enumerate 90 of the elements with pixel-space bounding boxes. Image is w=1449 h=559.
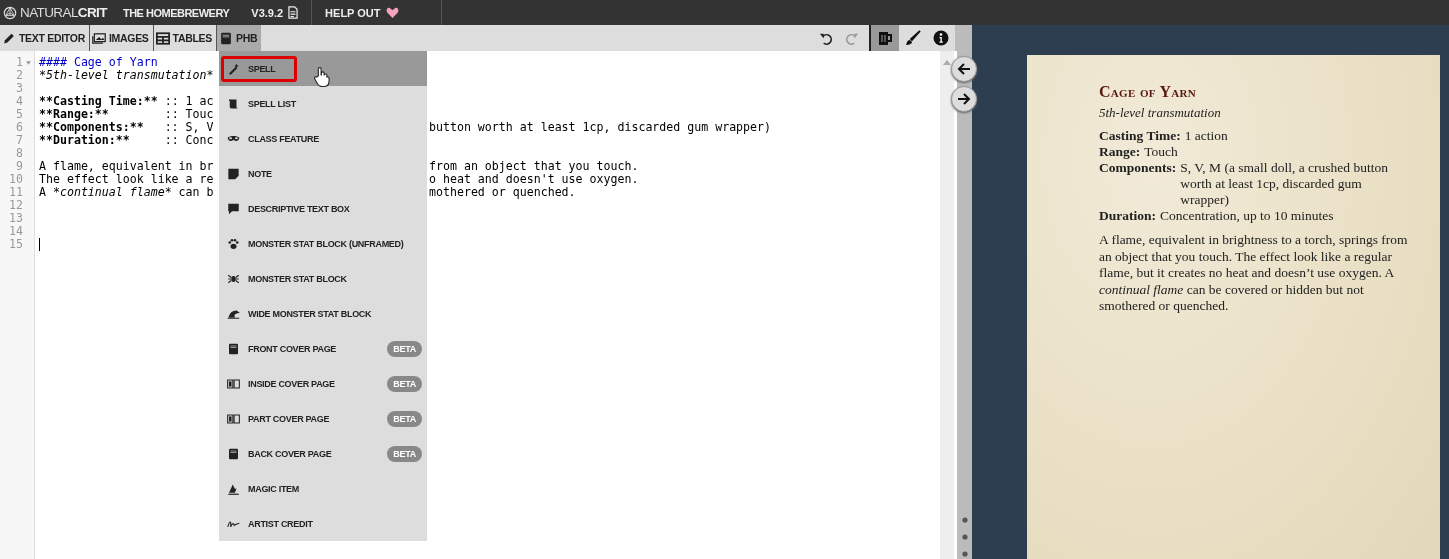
menu-item[interactable]: MONSTER STAT BLOCK: [219, 261, 427, 296]
code-line: mothered or quenched.: [429, 186, 576, 199]
property-label: Duration:: [1099, 208, 1156, 224]
code-line: **Casting Time:** :: 1 ac: [39, 94, 214, 108]
line-number: 12: [9, 199, 23, 212]
line-number: 1: [16, 56, 23, 69]
document-icon[interactable]: [288, 6, 299, 19]
code-line: from an object that you touch.: [429, 160, 639, 173]
menu-item[interactable]: FRONT COVER PAGE BETA: [219, 331, 427, 366]
menu-item[interactable]: DESCRIPTIVE TEXT BOX: [219, 191, 427, 226]
arrow-right-icon: [956, 91, 972, 107]
property-value: Touch: [1144, 144, 1179, 160]
menu-item[interactable]: MONSTER STAT BLOCK (UNFRAMED): [219, 226, 427, 261]
menu-item[interactable]: WIDE MONSTER STAT BLOCK: [219, 296, 427, 331]
info-icon: [933, 30, 949, 46]
open-book-icon: [227, 377, 240, 390]
code-line: o heat and doesn't use oxygen.: [429, 173, 639, 186]
code-line: **Duration:** :: Conc: [39, 133, 214, 147]
menu-item[interactable]: INSIDE COVER PAGE BETA: [219, 366, 427, 401]
logo-text-bold[interactable]: CRIT: [77, 5, 107, 20]
speech-bubble-icon: [227, 202, 240, 215]
property-value: S, V, M (a small doll, a crushed button worth at least 1cp, discarded gum wrapper): [1180, 160, 1389, 208]
beta-badge: BETA: [387, 375, 422, 392]
spider-icon: [227, 272, 240, 285]
code-line: A *continual flame* can b: [39, 185, 214, 199]
property-label: Range:: [1099, 144, 1141, 160]
line-number: 11: [9, 186, 23, 199]
property-value: 1 action: [1184, 128, 1229, 144]
code-line: #### Cage of Yarn: [39, 55, 158, 69]
menu-item[interactable]: NOTE: [219, 156, 427, 191]
line-number: 8: [16, 147, 23, 160]
property-value: Concentration, up to 10 minutes: [1160, 208, 1335, 224]
view-button[interactable]: [871, 25, 899, 51]
beta-badge: BETA: [387, 410, 422, 427]
spell-description: A flame, equivalent in brightness to a torch, springs from an object that you touch. The effect look like a regular flame, but it creates no heat and doesn’t use oxygen. A continual flame can be covered or hidden but not smothered or quenched.: [1099, 232, 1409, 315]
line-number: 7: [16, 134, 23, 147]
wizard-hat-icon: [227, 482, 240, 495]
book-icon: [227, 342, 240, 355]
arrow-left-icon: [956, 61, 972, 77]
logo-text[interactable]: NATURAL: [20, 5, 78, 20]
fold-icon[interactable]: [26, 60, 31, 65]
heart-icon: [385, 6, 399, 19]
beer-mug-icon: [877, 30, 893, 46]
menu-item[interactable]: BACK COVER PAGE BETA: [219, 436, 427, 471]
images-icon: [91, 31, 106, 45]
menu-item[interactable]: SPELL: [219, 51, 427, 86]
line-number: 14: [9, 225, 23, 238]
paintbrush-icon: [905, 30, 921, 46]
code-line: *5th-level transmutation*: [39, 68, 214, 82]
spell-title: Cage of Yarn: [1099, 83, 1198, 101]
line-number: 5: [16, 108, 23, 121]
menu-item[interactable]: CLASS FEATURE: [219, 121, 427, 156]
scrollbar[interactable]: [940, 51, 954, 559]
scroll-icon: [227, 97, 240, 110]
menu-item[interactable]: PART COVER PAGE BETA: [219, 401, 427, 436]
code-line: button worth at least 1cp, discarded gum wrapper): [429, 121, 772, 134]
line-number: 4: [16, 95, 23, 108]
app-title[interactable]: THE HOMEBREWERY: [114, 6, 252, 19]
drag-handle-icon[interactable]: [961, 517, 968, 557]
version-label[interactable]: V3.9.2: [251, 6, 284, 19]
spell-subtitle: 5th-level transmutation: [1099, 105, 1222, 121]
line-number: 6: [16, 121, 23, 134]
line-number: 2: [16, 69, 23, 82]
line-number: 13: [9, 212, 23, 225]
book-icon: [227, 447, 240, 460]
menu-item[interactable]: MAGIC ITEM: [219, 471, 427, 506]
code-line: The effect look like a re: [39, 172, 214, 186]
code-line: **Components:** :: S, V: [39, 120, 214, 134]
table-icon: [155, 31, 170, 45]
book-icon: [219, 31, 233, 45]
beta-badge: BETA: [387, 445, 422, 462]
magic-wand-icon: [227, 62, 240, 75]
hand-cursor-icon: [313, 66, 330, 88]
beta-badge: BETA: [387, 340, 422, 357]
line-number: 15: [9, 238, 23, 251]
pencil-icon: [2, 31, 16, 45]
paw-icon: [227, 237, 240, 250]
property-label: Casting Time:: [1099, 128, 1181, 144]
line-number: 3: [16, 82, 23, 95]
menu-item[interactable]: SPELL LIST: [219, 86, 427, 121]
code-line: A flame, equivalent in br: [39, 159, 214, 173]
line-number: 10: [9, 173, 23, 186]
code-line: **Range:** :: Touc: [39, 107, 214, 121]
d20-logo-icon: [3, 5, 17, 20]
line-number: 9: [16, 160, 23, 173]
note-icon: [227, 167, 240, 180]
menu-item[interactable]: ARTIST CREDIT: [219, 506, 427, 541]
property-label: Components:: [1099, 160, 1177, 177]
editor-tab[interactable]: PHB: [217, 25, 262, 51]
open-book-icon: [227, 412, 240, 425]
